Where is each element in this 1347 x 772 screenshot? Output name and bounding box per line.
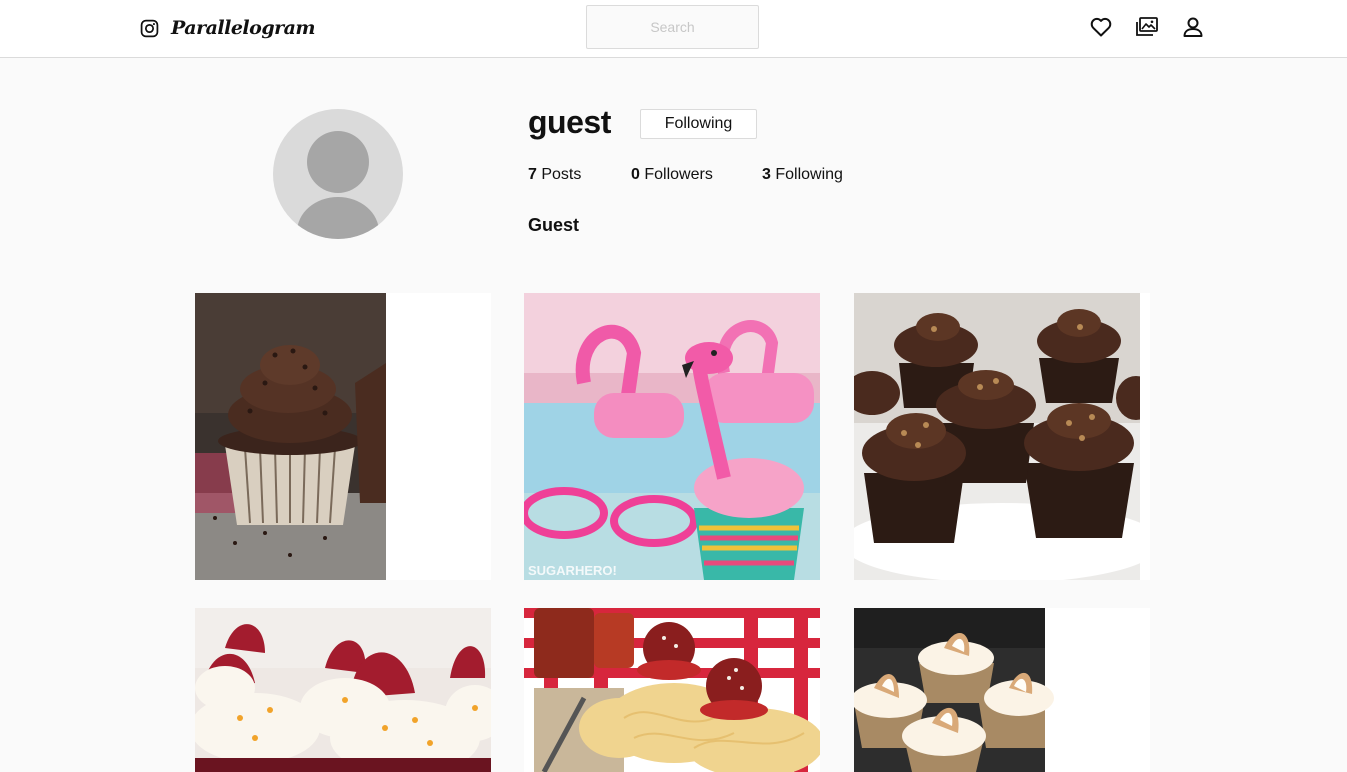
followers-count: 0 [631, 166, 640, 183]
top-nav-bar: Parallelogram [0, 0, 1347, 58]
following-label: Following [775, 166, 843, 183]
post-thumbnail[interactable] [854, 293, 1150, 580]
post-thumbnail[interactable] [195, 293, 491, 580]
avatar-head [307, 131, 369, 193]
followers-label: Followers [644, 166, 713, 183]
person-icon[interactable] [1181, 15, 1205, 39]
post-thumbnail[interactable] [195, 608, 491, 772]
heart-icon[interactable] [1089, 15, 1113, 39]
avatar-body [297, 197, 379, 239]
posts-label: Posts [541, 166, 582, 183]
post-thumbnail[interactable] [854, 608, 1150, 772]
avatar[interactable] [273, 109, 403, 239]
watermark-text: SUGARHERO! [528, 563, 617, 578]
following-button[interactable]: Following [640, 109, 757, 139]
stat-posts[interactable]: 7 Posts [528, 166, 581, 184]
stat-followers[interactable]: 0 Followers [631, 166, 713, 184]
profile-username: guest [528, 104, 611, 140]
search-input[interactable] [586, 5, 759, 49]
brand-name[interactable]: Parallelogram [171, 17, 316, 39]
following-count: 3 [762, 166, 771, 183]
post-thumbnail[interactable] [524, 608, 820, 772]
stat-following[interactable]: 3 Following [762, 166, 843, 184]
posts-count: 7 [528, 166, 537, 183]
instagram-logo-icon[interactable] [140, 19, 159, 38]
post-thumbnail[interactable]: SUGARHERO! [524, 293, 820, 580]
profile-full-name: Guest [528, 215, 580, 235]
brand[interactable]: Parallelogram [140, 14, 316, 42]
gallery-icon[interactable] [1135, 15, 1159, 39]
